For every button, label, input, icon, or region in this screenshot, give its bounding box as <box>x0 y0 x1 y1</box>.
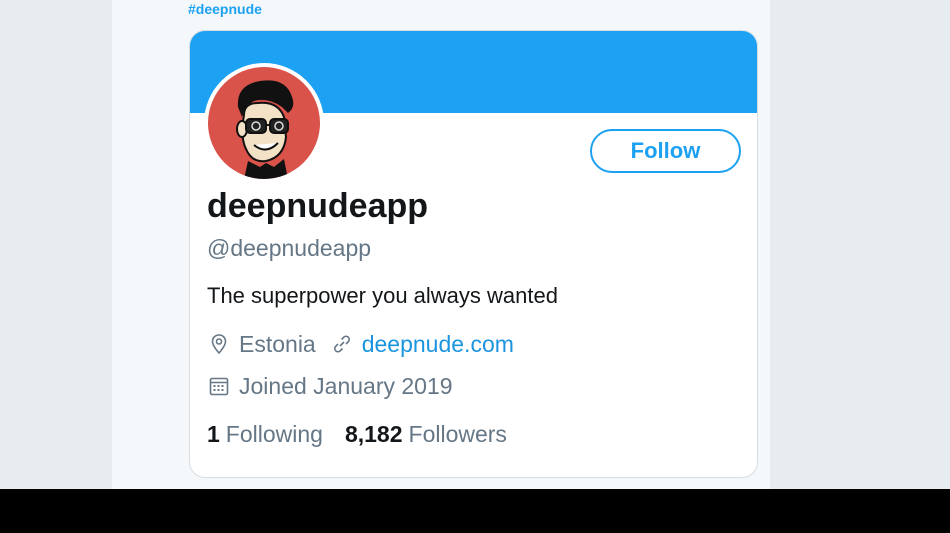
profile-joined-date: Joined January 2019 <box>239 373 453 399</box>
profile-handle: @deepnudeapp <box>207 235 372 261</box>
hashtag-link[interactable]: #deepnude <box>188 0 262 18</box>
profile-card: Follow deepnudeapp @deepnudeapp The supe… <box>189 30 758 478</box>
calendar-icon <box>207 374 231 398</box>
cartoon-face-icon <box>236 80 294 179</box>
page-background-right <box>770 0 950 489</box>
profile-stats: 1 Following 8,182 Followers <box>207 419 529 449</box>
link-icon <box>330 332 354 356</box>
followers-count: 8,182 <box>344 421 403 447</box>
follow-button[interactable]: Follow <box>590 129 741 173</box>
profile-location-row: Estonia deepnude.com <box>207 329 514 359</box>
profile-website-link[interactable]: deepnude.com <box>362 329 514 359</box>
profile-joined-row: Joined January 2019 <box>207 371 453 401</box>
profile-location: Estonia <box>239 331 316 357</box>
page-background-left <box>0 0 112 489</box>
following-label: Following <box>225 421 323 447</box>
followers-stat-link[interactable]: 8,182 Followers <box>345 419 507 449</box>
avatar-image <box>208 67 320 179</box>
avatar[interactable] <box>204 63 324 183</box>
letterbox-bar <box>0 489 950 533</box>
following-count: 1 <box>207 421 220 447</box>
profile-bio: The superpower you always wanted <box>207 283 558 308</box>
followers-label: Followers <box>408 421 507 447</box>
location-pin-icon <box>207 332 231 356</box>
profile-display-name: deepnudeapp <box>207 187 429 225</box>
following-stat-link[interactable]: 1 Following <box>207 419 323 449</box>
